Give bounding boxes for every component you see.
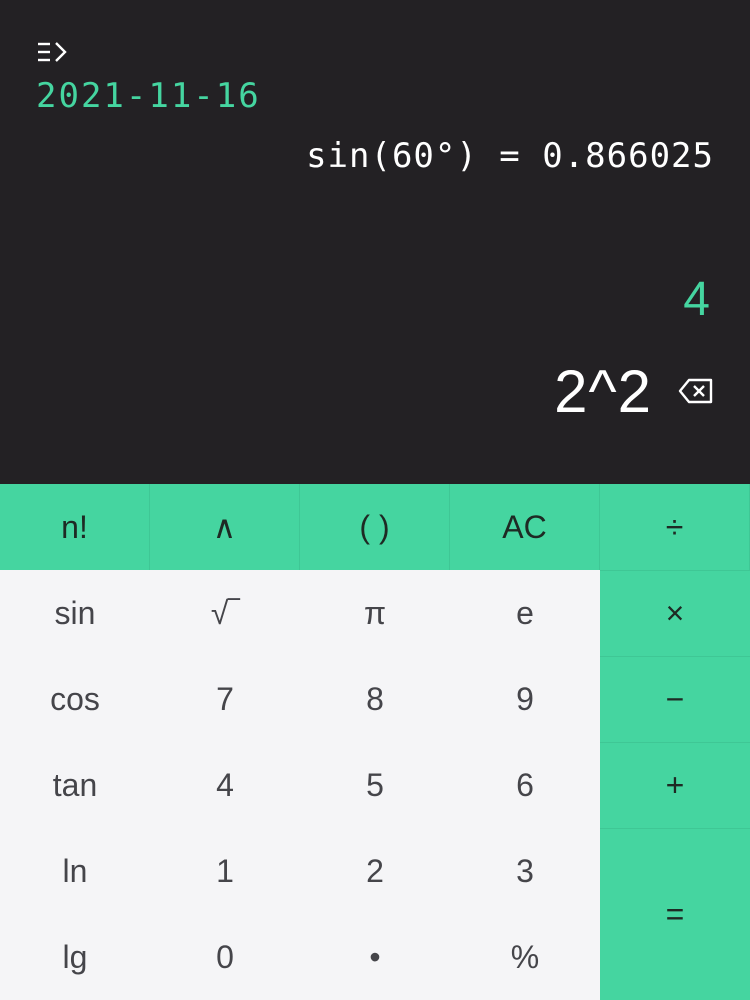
digit-7-key[interactable]: 7 — [150, 656, 300, 742]
multiply-key[interactable]: × — [600, 570, 750, 656]
subtract-key[interactable]: − — [600, 656, 750, 742]
history-list-icon[interactable] — [36, 40, 70, 66]
divide-key[interactable]: ÷ — [600, 484, 750, 570]
history-date: 2021-11-16 — [36, 76, 261, 116]
cos-key[interactable]: cos — [0, 656, 150, 742]
power-key[interactable]: ∧ — [150, 484, 300, 570]
e-key[interactable]: e — [450, 570, 600, 656]
equals-key[interactable]: = — [600, 828, 750, 1000]
keypad: n! ∧ ( ) AC ÷ sin √‾ π e × cos 7 8 9 − t… — [0, 484, 750, 1000]
pi-key[interactable]: π — [300, 570, 450, 656]
digit-2-key[interactable]: 2 — [300, 828, 450, 914]
digit-1-key[interactable]: 1 — [150, 828, 300, 914]
digit-3-key[interactable]: 3 — [450, 828, 600, 914]
digit-4-key[interactable]: 4 — [150, 742, 300, 828]
backspace-icon[interactable] — [678, 377, 714, 405]
ln-key[interactable]: ln — [0, 828, 150, 914]
tan-key[interactable]: tan — [0, 742, 150, 828]
decimal-point-key[interactable]: • — [300, 914, 450, 1000]
expression-row: 2^2 — [554, 356, 714, 426]
lg-key[interactable]: lg — [0, 914, 150, 1000]
sqrt-key[interactable]: √‾ — [150, 570, 300, 656]
digit-5-key[interactable]: 5 — [300, 742, 450, 828]
percent-key[interactable]: % — [450, 914, 600, 1000]
digit-8-key[interactable]: 8 — [300, 656, 450, 742]
current-expression: 2^2 — [554, 357, 652, 425]
digit-6-key[interactable]: 6 — [450, 742, 600, 828]
history-expression[interactable]: sin(60°) = 0.866025 — [306, 136, 714, 176]
add-key[interactable]: + — [600, 742, 750, 828]
digit-0-key[interactable]: 0 — [150, 914, 300, 1000]
display-panel: 2021-11-16 sin(60°) = 0.866025 4 2^2 — [0, 0, 750, 484]
digit-9-key[interactable]: 9 — [450, 656, 600, 742]
parentheses-key[interactable]: ( ) — [300, 484, 450, 570]
factorial-key[interactable]: n! — [0, 484, 150, 570]
all-clear-key[interactable]: AC — [450, 484, 600, 570]
result-value: 4 — [683, 273, 710, 326]
sin-key[interactable]: sin — [0, 570, 150, 656]
